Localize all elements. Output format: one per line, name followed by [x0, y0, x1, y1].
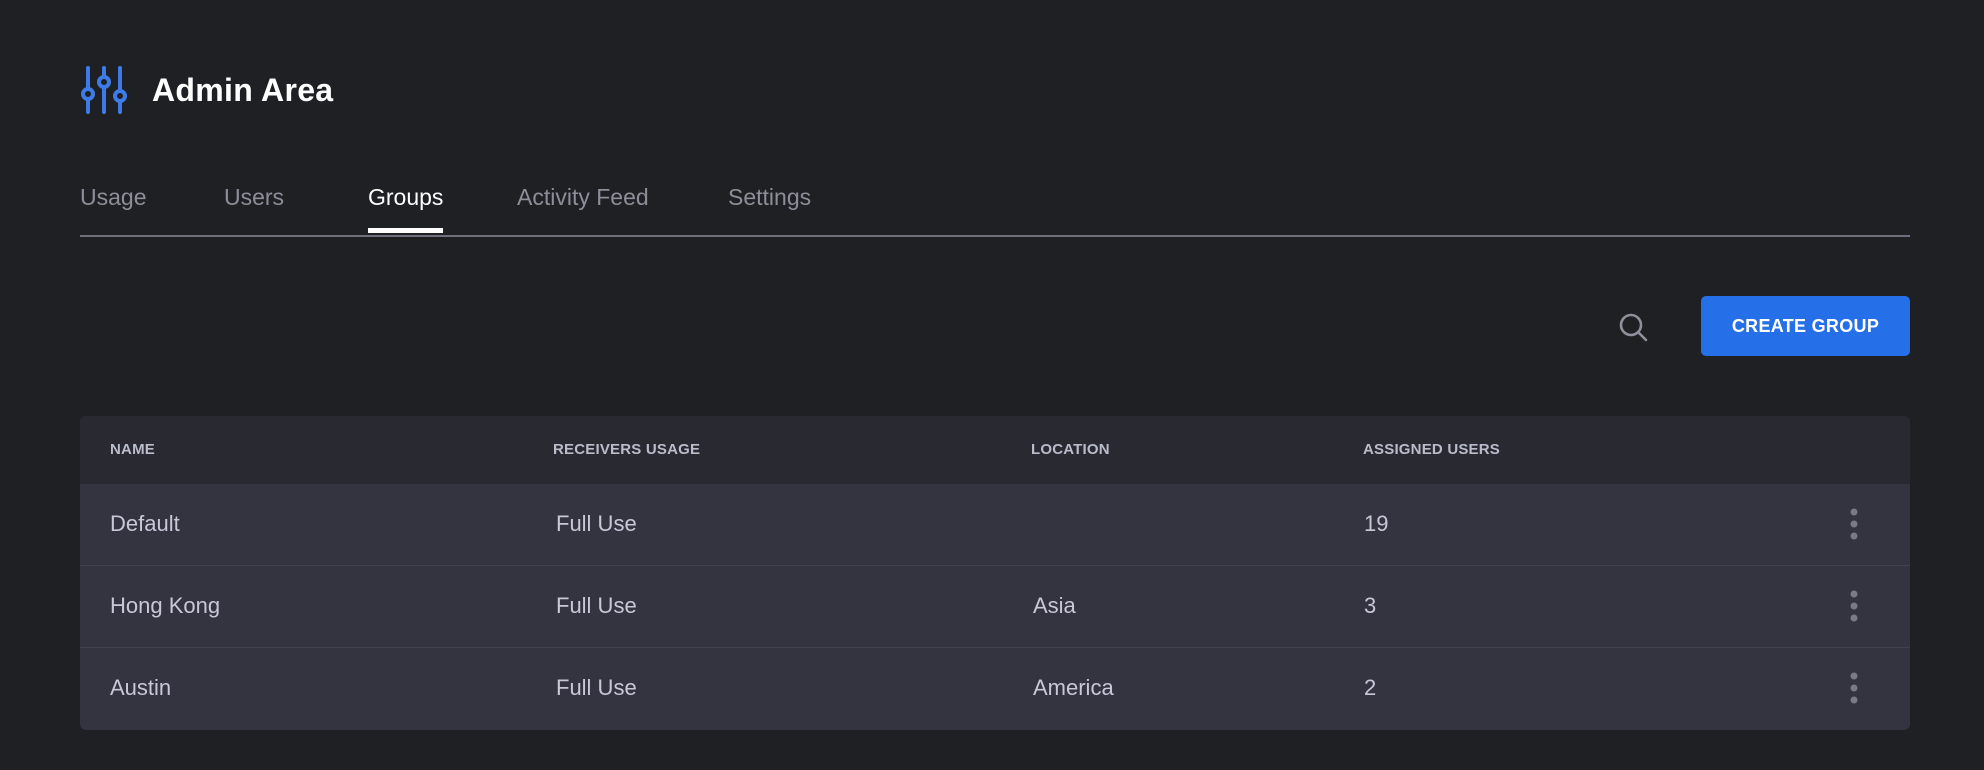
column-header-assigned-users[interactable]: ASSIGNED USERS — [1363, 441, 1500, 458]
page-title: Admin Area — [152, 71, 334, 108]
cell-assigned-users: 3 — [1364, 593, 1377, 618]
column-header-receivers-usage[interactable]: RECEIVERS USAGE — [553, 441, 700, 458]
groups-table: NAME RECEIVERS USAGE LOCATION ASSIGNED U… — [80, 416, 1910, 730]
cell-assigned-users: 2 — [1364, 675, 1377, 700]
table-row[interactable]: Hong Kong Full Use Asia 3 — [80, 566, 1910, 648]
more-vertical-icon[interactable] — [1842, 588, 1866, 624]
cell-receivers-usage: Full Use — [556, 675, 637, 700]
tab-settings[interactable]: Settings — [728, 184, 811, 231]
column-header-name[interactable]: NAME — [110, 441, 155, 458]
search-icon — [1619, 313, 1648, 342]
column-header-location[interactable]: LOCATION — [1031, 441, 1110, 458]
search-button[interactable] — [1614, 308, 1654, 348]
cell-name: Hong Kong — [110, 593, 221, 618]
create-group-button[interactable]: CREATE GROUP — [1701, 296, 1910, 356]
cell-location: America — [1033, 675, 1114, 700]
sliders-icon — [81, 66, 127, 114]
table-header: NAME RECEIVERS USAGE LOCATION ASSIGNED U… — [80, 416, 1910, 484]
tab-usage[interactable]: Usage — [80, 184, 146, 231]
tab-bar: Usage Users Groups Activity Feed Setting… — [80, 176, 1910, 237]
cell-assigned-users: 19 — [1364, 511, 1389, 536]
cell-name: Default — [110, 511, 180, 536]
more-vertical-icon[interactable] — [1842, 670, 1866, 706]
cell-location: Asia — [1033, 593, 1076, 618]
page-header: Admin Area — [80, 66, 333, 114]
table-row[interactable]: Default Full Use 19 — [80, 484, 1910, 566]
table-row[interactable]: Austin Full Use America 2 — [80, 648, 1910, 729]
more-vertical-icon[interactable] — [1842, 506, 1866, 542]
tab-users[interactable]: Users — [224, 184, 284, 231]
tab-activity-feed[interactable]: Activity Feed — [517, 184, 649, 231]
cell-receivers-usage: Full Use — [556, 593, 637, 618]
cell-name: Austin — [110, 675, 172, 700]
tab-groups[interactable]: Groups — [368, 184, 444, 233]
cell-receivers-usage: Full Use — [556, 511, 637, 536]
